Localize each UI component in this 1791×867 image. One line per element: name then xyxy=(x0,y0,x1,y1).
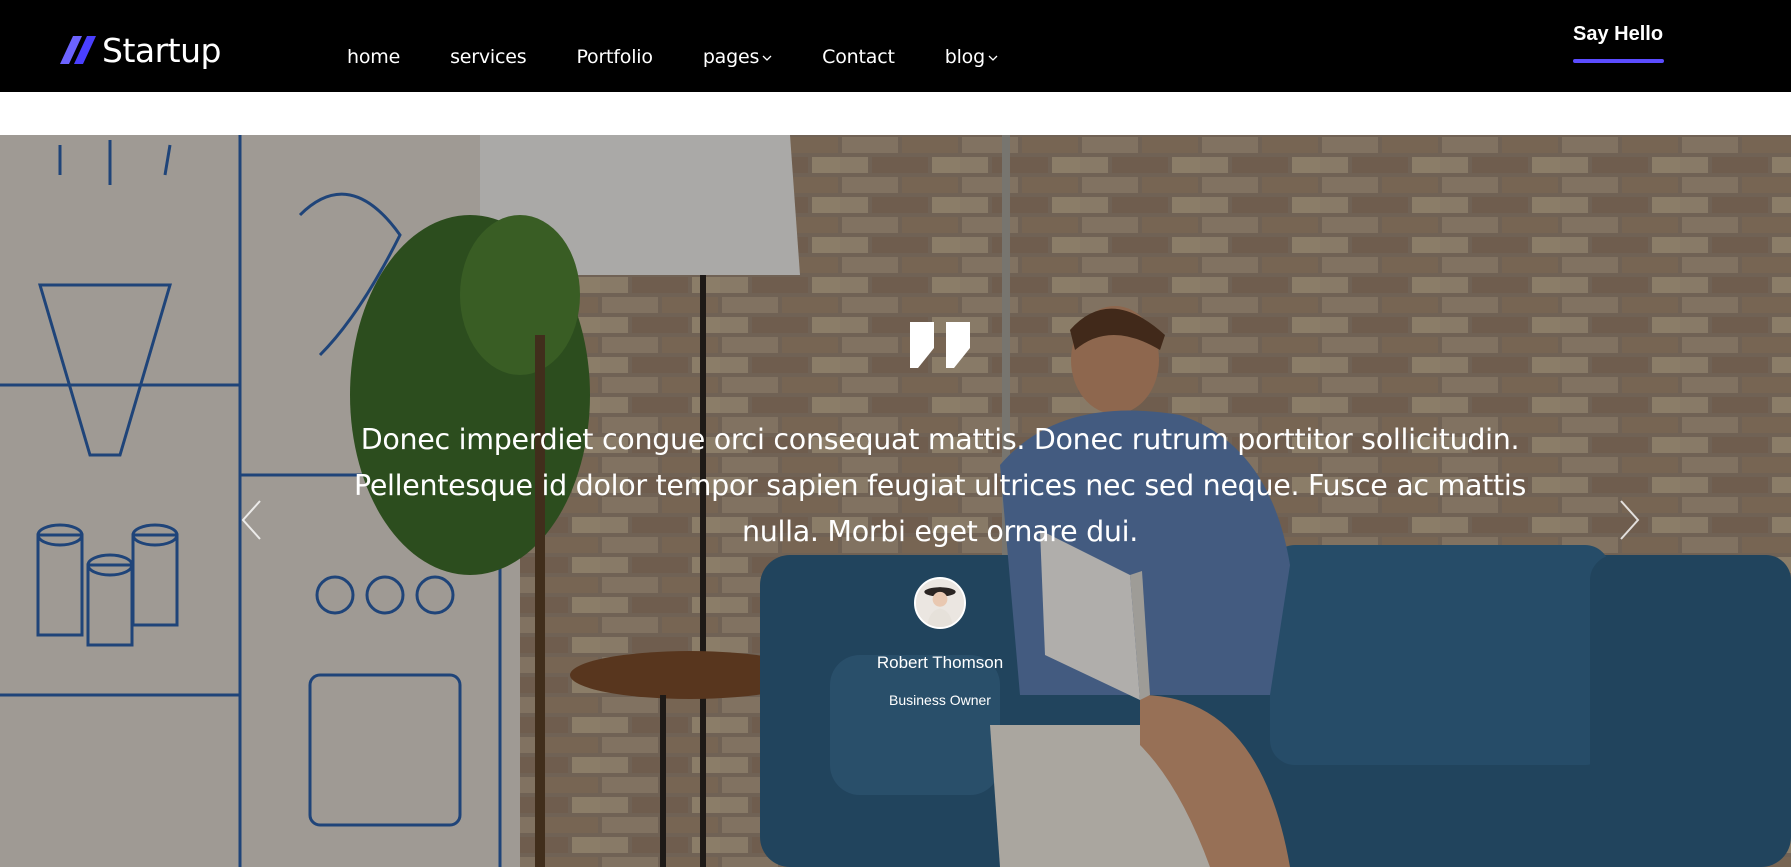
nav-blog-label: blog xyxy=(944,46,985,68)
nav-services[interactable]: services xyxy=(450,46,527,68)
quote-icon xyxy=(910,322,970,368)
say-hello-underline xyxy=(1573,59,1664,63)
nav-contact-label: Contact xyxy=(822,46,895,68)
nav-portfolio[interactable]: Portfolio xyxy=(576,46,653,68)
logo[interactable]: Startup xyxy=(60,33,221,67)
nav-contact[interactable]: Contact xyxy=(822,46,895,68)
chevron-down-icon xyxy=(988,55,998,61)
testimonial-hero: Donec imperdiet congue orci consequat ma… xyxy=(0,135,1791,867)
nav-services-label: services xyxy=(450,46,527,68)
nav-pages[interactable]: pages xyxy=(703,46,772,68)
main-nav: home services Portfolio pages Contact bl… xyxy=(347,46,1048,68)
logo-text: Startup xyxy=(102,30,221,70)
nav-home-label: home xyxy=(347,46,401,68)
chevron-left-icon[interactable] xyxy=(240,499,264,541)
nav-home[interactable]: home xyxy=(347,46,400,68)
testimonial-quote: Donec imperdiet congue orci consequat ma… xyxy=(353,423,1527,548)
site-header: Startup home services Portfolio pages Co… xyxy=(0,0,1791,92)
slash-logo-icon xyxy=(60,36,96,64)
author-role: Business Owner xyxy=(889,692,991,708)
avatar xyxy=(914,577,966,629)
nav-blog[interactable]: blog xyxy=(945,46,998,68)
avatar-image xyxy=(916,579,964,627)
nav-portfolio-label: Portfolio xyxy=(576,46,653,68)
chevron-right-icon[interactable] xyxy=(1617,499,1641,541)
chevron-down-icon xyxy=(762,55,772,61)
say-hello-button[interactable]: Say Hello xyxy=(1573,23,1663,46)
author-name: Robert Thomson xyxy=(876,653,1004,672)
nav-pages-label: pages xyxy=(702,46,760,68)
